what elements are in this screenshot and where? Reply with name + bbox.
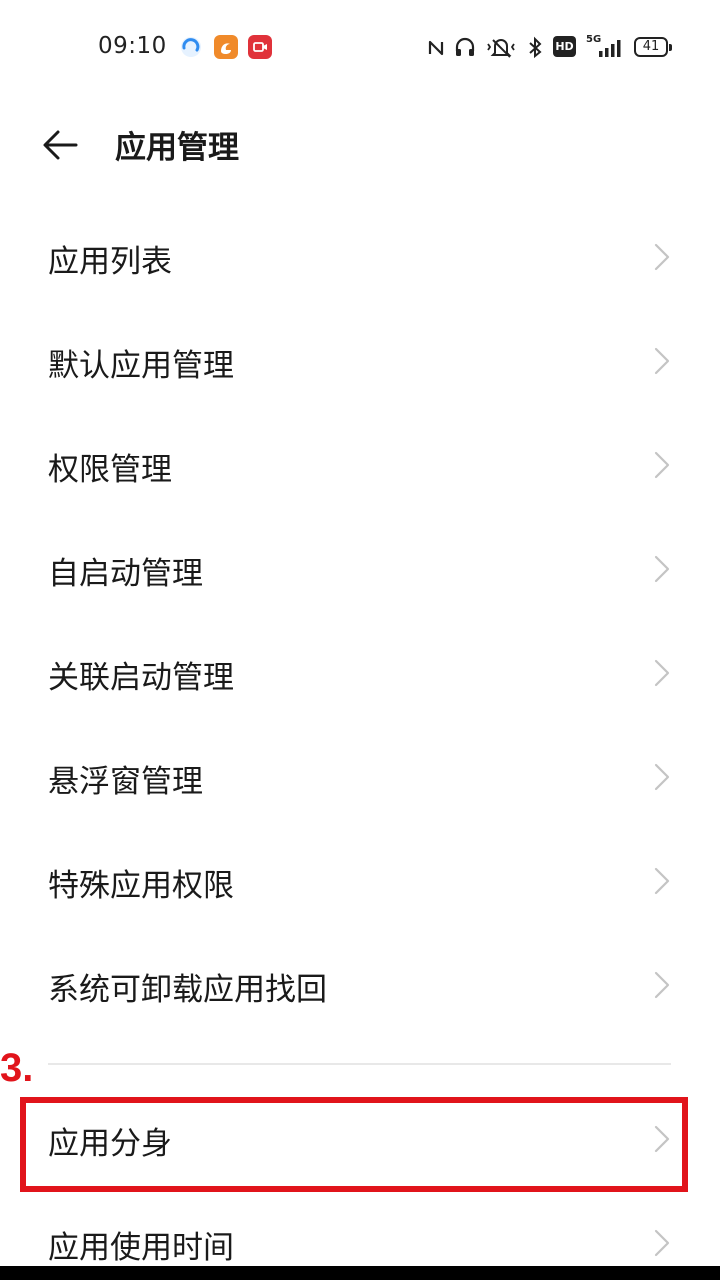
menu-item-label: 关联启动管理 (48, 660, 234, 696)
uc-browser-app-icon (214, 35, 238, 59)
chevron-right-icon (652, 762, 672, 792)
chevron-right-icon (652, 242, 672, 272)
status-bar: 09:10 HD 5G 41 (0, 0, 720, 90)
vibrate-mute-icon (485, 35, 517, 61)
menu-item-label: 特殊应用权限 (48, 868, 234, 904)
section-divider (48, 1063, 671, 1065)
menu-item-autostart[interactable]: 自启动管理 (0, 518, 720, 622)
screen: 09:10 HD 5G 41 应用管理 应用列表 默认应用管理 权限管理 自启动… (0, 0, 720, 1280)
menu-item-label: 悬浮窗管理 (48, 764, 203, 800)
back-arrow-icon[interactable] (36, 120, 86, 170)
menu-item-label: 应用使用时间 (48, 1230, 234, 1266)
battery-icon: 41 (634, 37, 672, 57)
bottom-edge-bar (0, 1266, 720, 1280)
menu-item-special-access[interactable]: 特殊应用权限 (0, 830, 720, 934)
browser-app-icon (179, 35, 203, 59)
menu-item-label: 应用列表 (48, 244, 172, 280)
page-title: 应用管理 (115, 130, 239, 166)
menu-item-permissions[interactable]: 权限管理 (0, 414, 720, 518)
menu-item-label: 自启动管理 (48, 556, 203, 592)
menu-item-app-list[interactable]: 应用列表 (0, 206, 720, 310)
menu-item-label: 默认应用管理 (48, 348, 234, 384)
bluetooth-icon (525, 35, 545, 61)
annotation-highlight-box (20, 1097, 688, 1192)
status-time: 09:10 (98, 33, 167, 59)
menu-item-label: 系统可卸载应用找回 (48, 972, 327, 1008)
screen-record-app-icon (248, 35, 272, 59)
menu-item-associated-start[interactable]: 关联启动管理 (0, 622, 720, 726)
chevron-right-icon (652, 346, 672, 376)
chevron-right-icon (652, 554, 672, 584)
chevron-right-icon (652, 970, 672, 1000)
chevron-right-icon (652, 1228, 672, 1258)
menu-item-default-apps[interactable]: 默认应用管理 (0, 310, 720, 414)
menu-item-restore-system-apps[interactable]: 系统可卸载应用找回 (0, 934, 720, 1038)
signal-bars-icon (597, 38, 623, 58)
annotation-step-number: 3. (0, 1046, 34, 1090)
chevron-right-icon (652, 450, 672, 480)
chevron-right-icon (652, 658, 672, 688)
hd-icon: HD (553, 36, 576, 57)
chevron-right-icon (652, 866, 672, 896)
settings-list: 应用列表 默认应用管理 权限管理 自启动管理 关联启动管理 悬浮窗管理 特殊应用… (0, 206, 720, 1038)
menu-item-label: 权限管理 (48, 452, 172, 488)
headphones-icon (453, 35, 477, 61)
app-header: 应用管理 (0, 100, 720, 190)
menu-item-floating-window[interactable]: 悬浮窗管理 (0, 726, 720, 830)
nfc-icon (426, 35, 446, 61)
